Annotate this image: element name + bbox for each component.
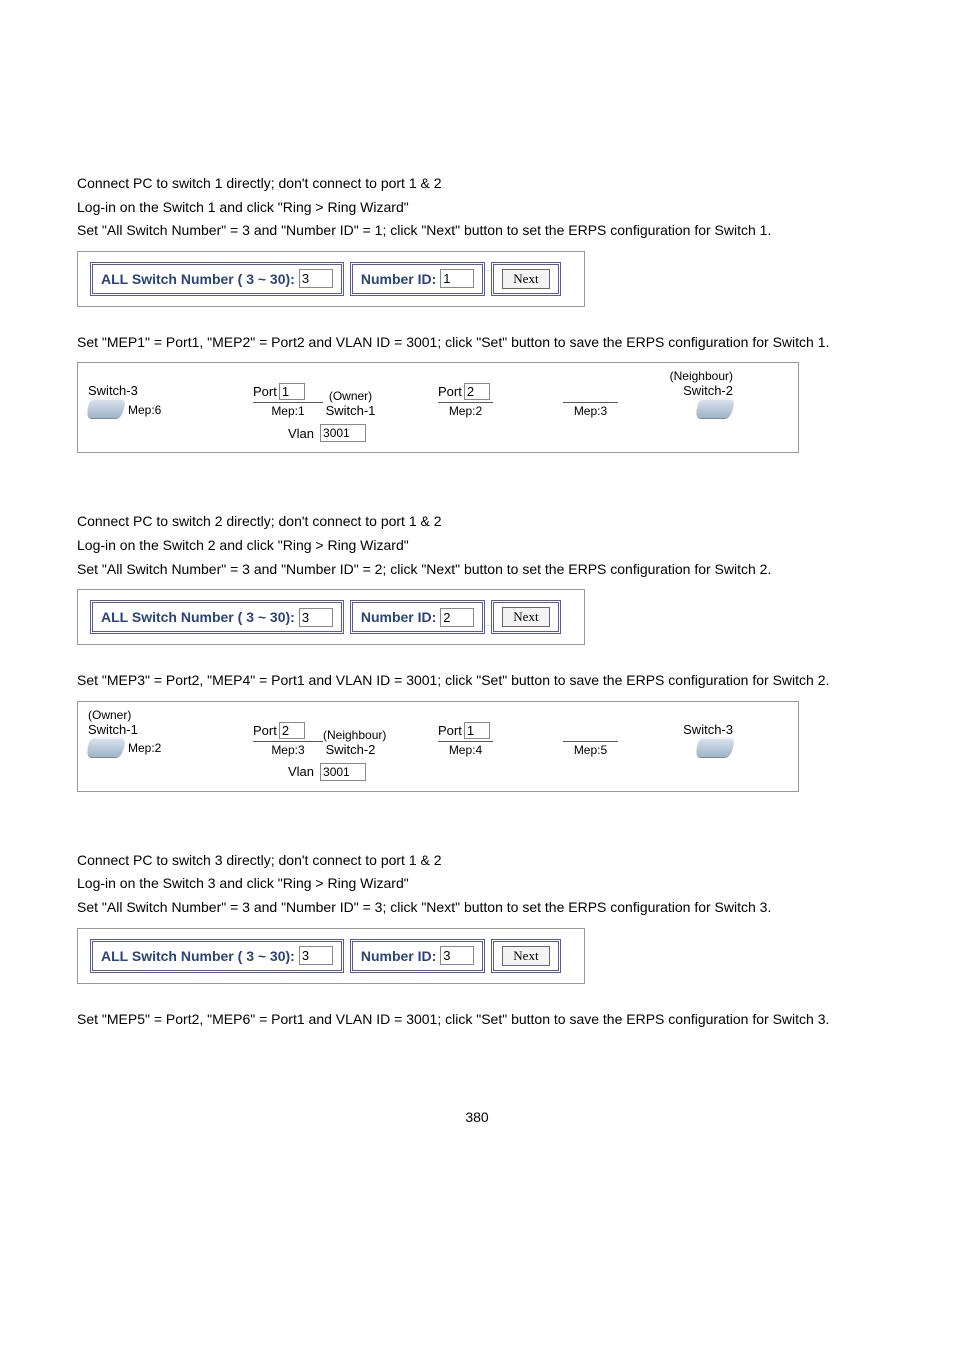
diagram-label: (Owner)	[323, 389, 378, 403]
switch-icon	[695, 737, 735, 757]
instruction-line: Log-in on the Switch 1 and click "Ring >…	[77, 198, 877, 218]
port-label: Port	[438, 723, 462, 738]
diagram-label: (Neighbour)	[323, 728, 378, 742]
next-segment: Next	[491, 262, 560, 296]
diagram-label: Switch-2	[618, 383, 733, 398]
port-input[interactable]	[464, 722, 490, 739]
next-button[interactable]: Next	[502, 607, 549, 627]
port-input[interactable]	[464, 383, 490, 400]
instruction-line: Set "All Switch Number" = 3 and "Number …	[77, 898, 877, 918]
number-id-input[interactable]	[440, 608, 474, 627]
wizard-box: ALL Switch Number ( 3 ~ 30): Number ID: …	[77, 928, 585, 984]
all-switch-label: ALL Switch Number ( 3 ~ 30):	[101, 609, 295, 625]
instruction-line: Connect PC to switch 3 directly; don't c…	[77, 851, 877, 871]
mep-label: Mep:3	[563, 402, 618, 418]
number-id-label: Number ID:	[361, 609, 436, 625]
wizard-box: ALL Switch Number ( 3 ~ 30): Number ID: …	[77, 251, 585, 307]
all-switch-input[interactable]	[299, 608, 333, 627]
diagram-label: Switch-1	[88, 722, 198, 737]
all-switch-segment: ALL Switch Number ( 3 ~ 30):	[90, 600, 344, 634]
mep-label: Mep:5	[563, 741, 618, 757]
vlan-input[interactable]	[320, 763, 366, 781]
all-switch-input[interactable]	[299, 946, 333, 965]
instruction-line: Log-in on the Switch 3 and click "Ring >…	[77, 874, 877, 894]
all-switch-label: ALL Switch Number ( 3 ~ 30):	[101, 948, 295, 964]
instruction-line: Set "MEP5" = Port2, "MEP6" = Port1 and V…	[77, 1010, 877, 1030]
vlan-label: Vlan	[288, 764, 314, 779]
erps-diagram: Switch-3 Mep:6 Port Mep:1 (Owner) Switch…	[77, 362, 799, 453]
diagram-label: Switch-3	[88, 383, 198, 398]
mep-label: Mep:6	[128, 402, 161, 417]
diagram-label: Switch-1	[323, 403, 378, 418]
mep-label: Mep:2	[438, 402, 493, 418]
wizard-box: ALL Switch Number ( 3 ~ 30): Number ID: …	[77, 589, 585, 645]
mep-label: Mep:3	[253, 741, 323, 757]
vlan-input[interactable]	[320, 424, 366, 442]
mep-label: Mep:1	[253, 402, 323, 418]
number-id-label: Number ID:	[361, 271, 436, 287]
next-segment: Next	[491, 600, 560, 634]
number-id-label: Number ID:	[361, 948, 436, 964]
number-id-segment: Number ID:	[350, 600, 485, 634]
diagram-label: Switch-3	[618, 722, 733, 737]
port-input[interactable]	[279, 383, 305, 400]
vlan-label: Vlan	[288, 426, 314, 441]
mep-label: Mep:2	[128, 740, 161, 755]
instruction-line: Set "MEP1" = Port1, "MEP2" = Port2 and V…	[77, 333, 877, 353]
next-button[interactable]: Next	[502, 946, 549, 966]
all-switch-segment: ALL Switch Number ( 3 ~ 30):	[90, 939, 344, 973]
diagram-label: (Neighbour)	[618, 369, 733, 383]
instruction-line: Log-in on the Switch 2 and click "Ring >…	[77, 536, 877, 556]
number-id-input[interactable]	[440, 269, 474, 288]
all-switch-segment: ALL Switch Number ( 3 ~ 30):	[90, 262, 344, 296]
switch-icon	[695, 398, 735, 418]
port-label: Port	[253, 384, 277, 399]
switch-icon	[86, 398, 126, 418]
instruction-line: Connect PC to switch 1 directly; don't c…	[77, 174, 877, 194]
number-id-input[interactable]	[440, 946, 474, 965]
number-id-segment: Number ID:	[350, 939, 485, 973]
instruction-line: Connect PC to switch 2 directly; don't c…	[77, 512, 877, 532]
diagram-label: (Owner)	[88, 708, 198, 722]
mep-label: Mep:4	[438, 741, 493, 757]
page-number: 380	[77, 1109, 877, 1125]
erps-diagram: (Owner) Switch-1 Mep:2 Port Mep:3 (Neigh…	[77, 701, 799, 792]
port-label: Port	[253, 723, 277, 738]
port-label: Port	[438, 384, 462, 399]
next-button[interactable]: Next	[502, 269, 549, 289]
instruction-line: Set "All Switch Number" = 3 and "Number …	[77, 560, 877, 580]
instruction-line: Set "All Switch Number" = 3 and "Number …	[77, 221, 877, 241]
port-input[interactable]	[279, 722, 305, 739]
instruction-line: Set "MEP3" = Port2, "MEP4" = Port1 and V…	[77, 671, 877, 691]
switch-icon	[86, 737, 126, 757]
all-switch-label: ALL Switch Number ( 3 ~ 30):	[101, 271, 295, 287]
next-segment: Next	[491, 939, 560, 973]
all-switch-input[interactable]	[299, 269, 333, 288]
diagram-label: Switch-2	[323, 742, 378, 757]
number-id-segment: Number ID:	[350, 262, 485, 296]
